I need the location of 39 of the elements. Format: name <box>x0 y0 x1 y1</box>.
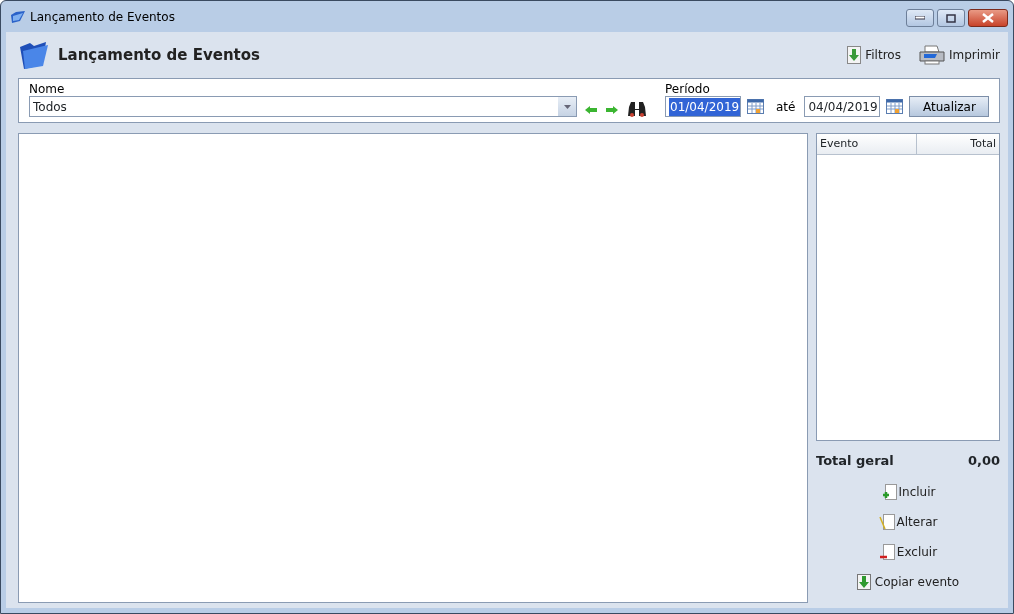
date-field[interactable]: 01/04/2019 <box>665 96 741 117</box>
filter-button[interactable]: Filtros <box>847 46 901 64</box>
dropdown-arrow-icon <box>563 104 571 109</box>
copy-button[interactable]: Copiar evento <box>856 572 960 591</box>
folder-icon <box>18 39 50 71</box>
printer-icon <box>918 45 945 65</box>
date-field[interactable]: 04/04/2019 <box>804 96 881 117</box>
until-label: até <box>776 99 796 114</box>
down-arrow-document-icon <box>847 46 862 64</box>
right-arrow-icon[interactable] <box>606 105 618 114</box>
plus-document-icon <box>880 483 897 500</box>
close-icon <box>982 13 994 23</box>
print-button[interactable]: Imprimir <box>918 45 1000 65</box>
minus-document-icon <box>878 543 895 560</box>
calendar-icon[interactable] <box>747 99 764 114</box>
window-title: Lançamento de Eventos <box>30 8 175 26</box>
down-arrow-document-icon <box>856 573 873 590</box>
app-icon <box>10 8 26 25</box>
maximize-icon <box>946 13 956 23</box>
calendar-icon[interactable] <box>886 99 904 114</box>
minimize-button[interactable] <box>906 9 934 27</box>
minimize-icon <box>915 16 925 20</box>
page-title: Lançamento de Eventos <box>58 44 260 66</box>
close-button[interactable] <box>968 9 1008 27</box>
field-label: Nome <box>29 82 66 96</box>
total-value: 0,00 <box>967 452 1000 470</box>
refresh-button[interactable]: Atualizar <box>909 96 990 117</box>
column-header[interactable]: Total <box>917 134 999 154</box>
binoculars-icon[interactable] <box>627 101 647 118</box>
total-label: Total geral <box>816 452 894 470</box>
pencil-document-icon <box>878 513 895 530</box>
edit-button[interactable]: Alterar <box>878 512 938 531</box>
add-button[interactable]: Incluir <box>880 482 936 501</box>
column-header[interactable]: Evento <box>817 134 917 154</box>
name-combobox[interactable]: Todos <box>29 96 577 117</box>
field-label: Período <box>665 82 711 96</box>
delete-button[interactable]: Excluir <box>878 542 938 561</box>
maximize-button[interactable] <box>937 9 965 27</box>
left-arrow-icon[interactable] <box>585 105 597 114</box>
